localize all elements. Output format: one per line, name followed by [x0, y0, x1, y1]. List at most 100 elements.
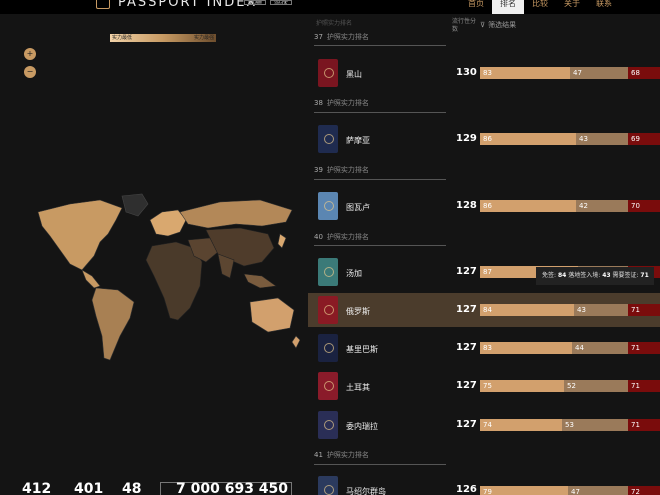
passport-cover-icon — [318, 411, 338, 439]
score-column-header: 流行性分数 — [452, 18, 477, 33]
visa-required-bar: 69 — [628, 133, 660, 145]
mobility-score: 129 — [456, 133, 477, 144]
visa-on-arrival-bar: 42 — [576, 200, 628, 212]
visa-bars: 79 47 72 — [480, 486, 660, 495]
list-item[interactable]: 委内瑞拉 127 74 53 71 — [308, 408, 660, 442]
lang-button-simplified[interactable]: 简体 — [270, 0, 292, 5]
visa-free-bar: 74 — [480, 419, 562, 431]
list-item[interactable]: 土耳其 127 75 52 71 — [308, 369, 660, 403]
passport-cover-icon — [318, 296, 338, 324]
nav-contact[interactable]: 联系 — [588, 0, 620, 14]
visa-free-bar: 84 — [480, 304, 574, 316]
group-header-faded: 护照实力排名 — [316, 20, 353, 27]
mobility-score: 127 — [456, 266, 477, 277]
list-item[interactable]: 马绍尔群岛 126 79 47 72 — [308, 473, 660, 495]
passport-cover-icon — [318, 59, 338, 87]
visa-required-bar: 72 — [628, 486, 660, 495]
nav-compare[interactable]: 比较 — [524, 0, 556, 14]
divider — [314, 45, 446, 46]
visa-free-bar: 86 — [480, 200, 576, 212]
top-bar: PASSPORT INDEX 繁體 简体 首页 排名 比较 关于 联系 — [0, 0, 660, 14]
mobility-score: 128 — [456, 200, 477, 211]
mobility-score: 130 — [456, 67, 477, 78]
visa-free-bar: 83 — [480, 67, 570, 79]
mobility-score: 127 — [456, 419, 477, 430]
visa-breakdown-tooltip: 免签: 84 落地签入境: 43 需要签证: 71 — [536, 267, 654, 285]
zoom-out-button[interactable]: − — [24, 66, 36, 78]
country-name: 基里巴斯 — [346, 345, 378, 354]
list-item-highlighted[interactable]: 俄罗斯 127 84 43 71 — [308, 293, 660, 327]
visa-on-arrival-bar: 43 — [574, 304, 628, 316]
country-name: 图瓦卢 — [346, 203, 370, 212]
list-item[interactable]: 黑山 130 83 47 68 — [308, 56, 660, 90]
passport-cover-icon — [318, 372, 338, 400]
logo-icon — [96, 0, 110, 9]
country-name: 黑山 — [346, 70, 362, 79]
visa-on-arrival-bar: 53 — [562, 419, 628, 431]
stat-passports: 412 — [22, 481, 52, 495]
visa-required-bar: 71 — [628, 342, 660, 354]
visa-on-arrival-bar: 47 — [570, 67, 628, 79]
visa-required-bar: 70 — [628, 200, 660, 212]
stat-territories: 48 — [122, 481, 142, 495]
visa-free-bar: 75 — [480, 380, 564, 392]
visa-free-bar: 79 — [480, 486, 568, 495]
logo-text: PASSPORT INDEX — [118, 0, 258, 10]
visa-on-arrival-bar: 52 — [564, 380, 628, 392]
legend-high-label: 实力最强 — [193, 35, 214, 41]
nav-about[interactable]: 关于 — [556, 0, 588, 14]
visa-bars: 83 47 68 — [480, 67, 660, 79]
group-header-40: 40 护照实力排名 — [314, 233, 369, 241]
country-name: 委内瑞拉 — [346, 422, 378, 431]
nav-ranking[interactable]: 排名 — [492, 0, 524, 14]
list-item[interactable]: 图瓦卢 128 86 42 70 — [308, 189, 660, 223]
passport-cover-icon — [318, 192, 338, 220]
divider — [314, 179, 446, 180]
country-name: 萨摩亚 — [346, 136, 370, 145]
passport-cover-icon — [318, 476, 338, 495]
visa-on-arrival-bar: 47 — [568, 486, 628, 495]
list-item[interactable]: 基里巴斯 127 83 44 71 — [308, 331, 660, 365]
stat-countries: 401 — [74, 481, 104, 495]
visa-free-bar: 83 — [480, 342, 572, 354]
visa-required-bar: 68 — [628, 67, 660, 79]
visa-bars: 86 43 69 — [480, 133, 660, 145]
country-name: 汤加 — [346, 269, 362, 278]
legend-low-label: 实力最低 — [112, 35, 133, 41]
visa-on-arrival-bar: 44 — [572, 342, 628, 354]
language-switch: 繁體 简体 — [244, 0, 292, 5]
visa-bars: 84 43 71 — [480, 304, 660, 316]
group-header-38: 38 护照实力排名 — [314, 99, 369, 107]
visa-on-arrival-bar: 43 — [576, 133, 628, 145]
visa-free-bar: 86 — [480, 133, 576, 145]
visa-bars: 86 42 70 — [480, 200, 660, 212]
passport-cover-icon — [318, 258, 338, 286]
main-nav: 首页 排名 比较 关于 联系 — [460, 0, 620, 14]
group-header-39: 39 护照实力排名 — [314, 166, 369, 174]
logo[interactable]: PASSPORT INDEX — [96, 0, 258, 10]
visa-required-bar: 71 — [628, 419, 660, 431]
zoom-in-button[interactable]: + — [24, 48, 36, 60]
visa-required-bar: 71 — [628, 380, 660, 392]
divider — [314, 464, 446, 465]
mobility-score: 127 — [456, 342, 477, 353]
nav-home[interactable]: 首页 — [460, 0, 492, 14]
stat-population: 7 000 693 450 — [176, 481, 289, 495]
visa-bars: 75 52 71 — [480, 380, 660, 392]
passport-cover-icon — [318, 125, 338, 153]
country-name: 俄罗斯 — [346, 307, 370, 316]
visa-bars: 83 44 71 — [480, 342, 660, 354]
mobility-score: 127 — [456, 304, 477, 315]
filter-results[interactable]: ⊽ 筛选结果 — [480, 20, 516, 30]
divider — [314, 245, 446, 246]
list-item[interactable]: 萨摩亚 129 86 43 69 — [308, 122, 660, 156]
mobility-score: 127 — [456, 380, 477, 391]
divider — [314, 112, 446, 113]
lang-button-traditional[interactable]: 繁體 — [244, 0, 266, 5]
country-name: 土耳其 — [346, 383, 370, 392]
country-name: 马绍尔群岛 — [346, 487, 386, 495]
filter-label: 筛选结果 — [488, 21, 517, 29]
passport-cover-icon — [318, 334, 338, 362]
visa-required-bar: 71 — [628, 304, 660, 316]
world-map[interactable] — [30, 190, 300, 370]
